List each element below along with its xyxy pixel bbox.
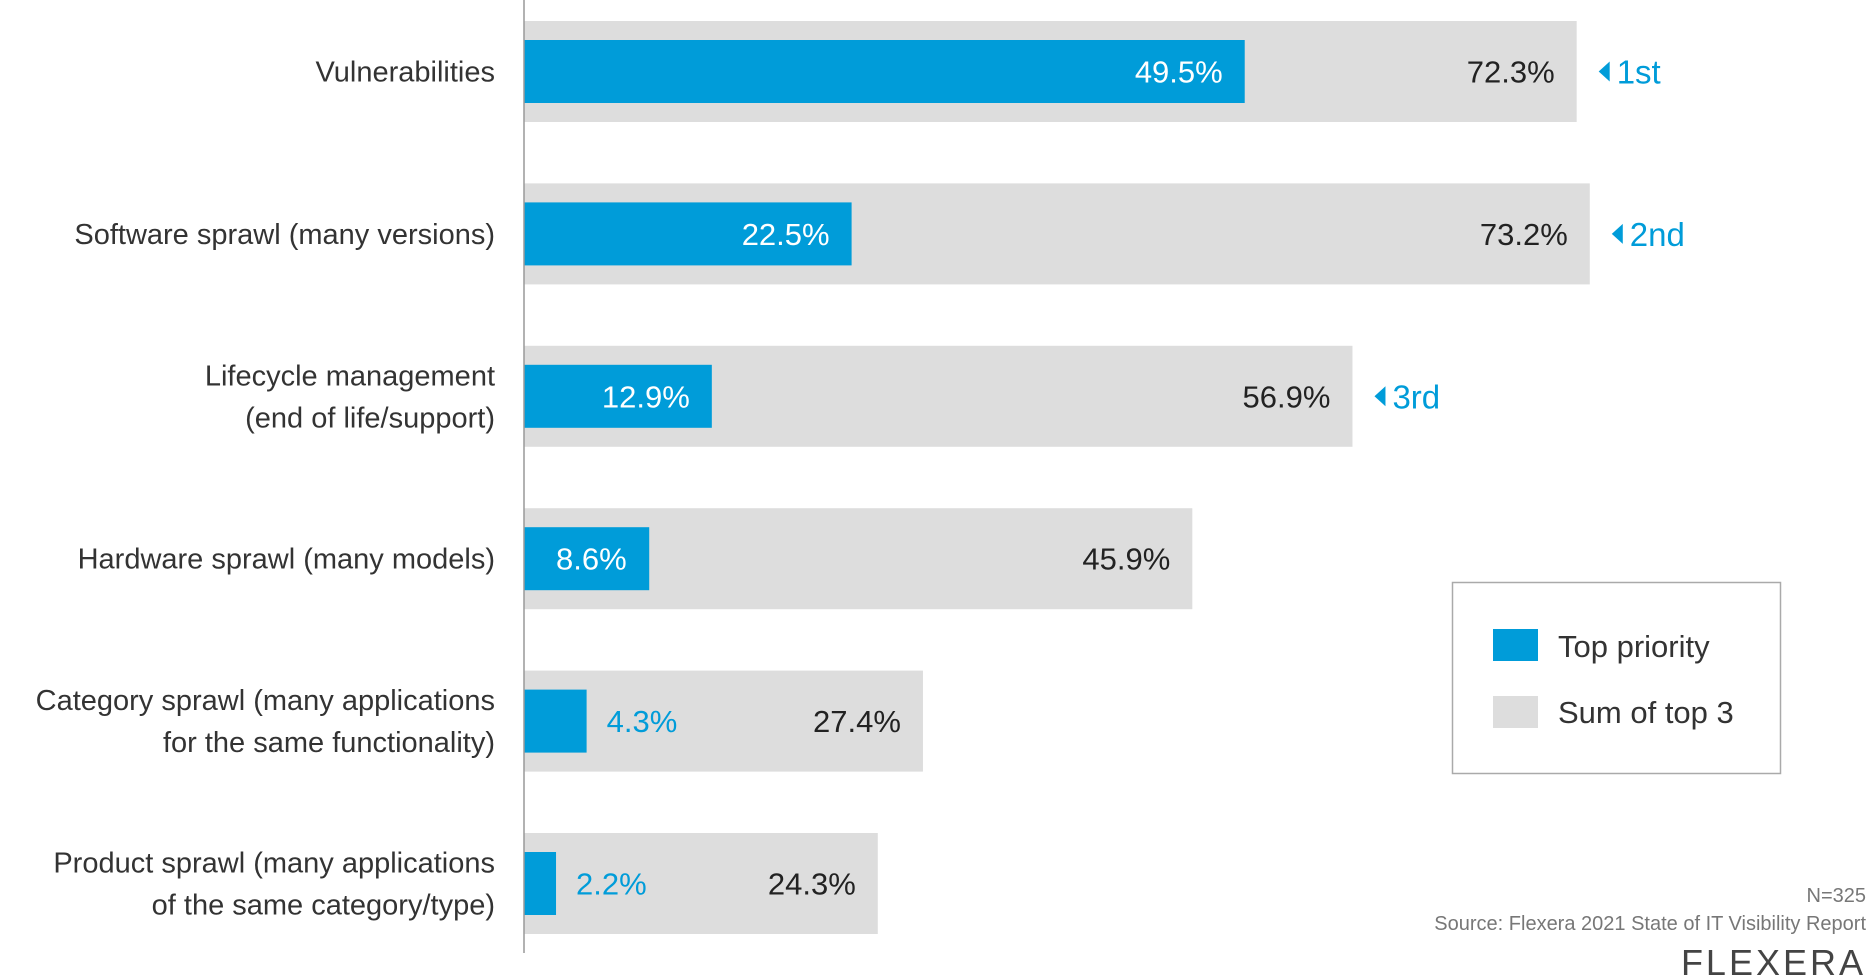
bar-top-priority: [524, 689, 587, 753]
chart: Vulnerabilities 49.5% 72.3% Software sprawl…: [36, 0, 1867, 978]
sample-size-note: N=325: [1807, 885, 1867, 907]
category-label: Category sprawl (many applications: [36, 685, 495, 717]
category-label: Vulnerabilities: [316, 57, 495, 89]
value-label-sum-of-top-3: 56.9%: [1243, 379, 1331, 414]
category-label: Product sprawl (many applications: [53, 848, 495, 880]
category-label: of the same category/type): [152, 890, 495, 922]
category-label: for the same functionality): [163, 727, 495, 759]
value-label-top-priority: 12.9%: [602, 379, 690, 414]
legend-label-top-priority: Top priority: [1558, 629, 1710, 664]
category-label: (end of life/support): [245, 402, 495, 434]
rank-pointer-icon: [1374, 386, 1386, 407]
legend-label-sum-of-top-3: Sum of top 3: [1558, 695, 1734, 730]
bars-layer: [524, 21, 1590, 934]
rank-pointer-icon: [1598, 61, 1610, 82]
source-note: Source: Flexera 2021 State of IT Visibil…: [1434, 913, 1866, 935]
rank-pointer-icon: [1611, 223, 1623, 244]
legend-box: [1451, 581, 1782, 775]
rank-annotation: 2nd: [1630, 216, 1685, 253]
category-label: Hardware sprawl (many models): [78, 544, 495, 576]
value-label-top-priority: 49.5%: [1135, 55, 1223, 90]
rank-annotation: 3rd: [1392, 378, 1440, 415]
bar-top-priority: [524, 852, 557, 915]
value-label-sum-of-top-3: 24.3%: [768, 867, 856, 902]
value-label-sum-of-top-3: 27.4%: [813, 704, 901, 739]
legend: Top priority Sum of top 3: [1451, 581, 1782, 775]
category-label: Lifecycle management: [205, 360, 495, 392]
legend-swatch-sum-of-top-3: [1493, 696, 1538, 728]
value-label-sum-of-top-3: 45.9%: [1082, 542, 1170, 577]
value-label-sum-of-top-3: 73.2%: [1480, 217, 1568, 252]
category-label: Software sprawl (many versions): [74, 219, 495, 251]
value-label-top-priority: 22.5%: [742, 217, 830, 252]
flexera-logo: FLEXERA: [1681, 942, 1866, 978]
value-label-sum-of-top-3: 72.3%: [1467, 55, 1555, 90]
legend-swatch-top-priority: [1493, 629, 1538, 661]
value-label-top-priority: 8.6%: [556, 542, 627, 577]
value-label-top-priority: 2.2%: [576, 867, 647, 902]
value-label-top-priority: 4.3%: [607, 704, 678, 739]
rank-annotation: 1st: [1617, 54, 1661, 91]
